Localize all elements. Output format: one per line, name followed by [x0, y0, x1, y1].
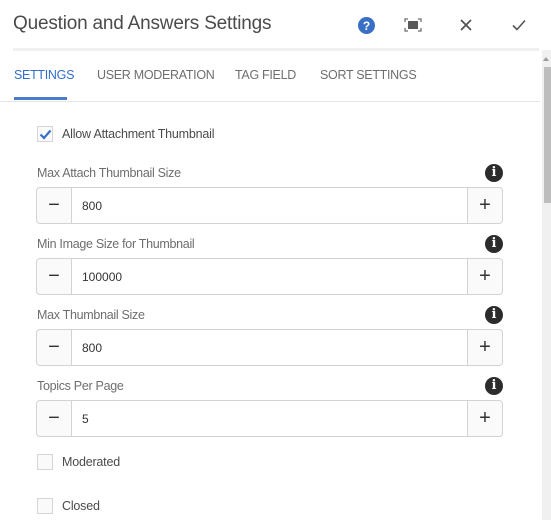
- topics-per-page-stepper: − +: [36, 400, 503, 437]
- active-tab-indicator: [14, 97, 67, 100]
- close-icon: [460, 19, 472, 31]
- max-attach-thumbnail-size-input[interactable]: [72, 188, 467, 223]
- closed-checkbox[interactable]: Closed: [37, 498, 100, 514]
- max-thumbnail-size-stepper: − +: [36, 329, 503, 366]
- dialog-title: Question and Answers Settings: [13, 13, 272, 34]
- info-icon[interactable]: i: [485, 235, 503, 253]
- checkbox-label: Closed: [62, 499, 100, 513]
- close-button[interactable]: [455, 14, 477, 36]
- moderated-checkbox[interactable]: Moderated: [37, 454, 120, 470]
- allow-attachment-thumbnail-checkbox[interactable]: Allow Attachment Thumbnail: [37, 126, 214, 142]
- dialog-header: Question and Answers Settings ?: [0, 0, 551, 50]
- checkbox-label: Moderated: [62, 455, 120, 469]
- decrement-button[interactable]: −: [37, 401, 72, 436]
- svg-text:?: ?: [362, 19, 369, 33]
- min-image-size-label: Min Image Size for Thumbnail: [37, 237, 195, 251]
- checkbox-box[interactable]: [37, 126, 53, 142]
- checkbox-box[interactable]: [37, 498, 53, 514]
- info-icon[interactable]: i: [485, 377, 503, 395]
- increment-button[interactable]: +: [467, 330, 502, 365]
- checkmark-icon: [512, 19, 526, 31]
- scroll-up-arrow-icon[interactable]: [543, 57, 549, 61]
- checkbox-box[interactable]: [37, 454, 53, 470]
- fullscreen-button[interactable]: [402, 14, 424, 36]
- increment-button[interactable]: +: [467, 401, 502, 436]
- tab-tag-field[interactable]: TAG FIELD: [235, 68, 296, 82]
- help-button[interactable]: ?: [355, 14, 377, 36]
- max-attach-thumbnail-size-stepper: − +: [36, 187, 503, 224]
- min-image-size-stepper: − +: [36, 258, 503, 295]
- done-button[interactable]: [508, 14, 530, 36]
- increment-button[interactable]: +: [467, 188, 502, 223]
- decrement-button[interactable]: −: [37, 259, 72, 294]
- tab-sort-settings[interactable]: SORT SETTINGS: [320, 68, 417, 82]
- increment-button[interactable]: +: [467, 259, 502, 294]
- info-icon[interactable]: i: [485, 164, 503, 182]
- tab-bar: SETTINGS USER MODERATION TAG FIELD SORT …: [0, 51, 540, 102]
- tab-settings[interactable]: SETTINGS: [14, 68, 74, 82]
- max-thumbnail-size-label: Max Thumbnail Size: [37, 308, 145, 322]
- max-attach-thumbnail-size-label: Max Attach Thumbnail Size: [37, 166, 181, 180]
- checkbox-label: Allow Attachment Thumbnail: [62, 127, 215, 141]
- fullscreen-icon: [404, 18, 422, 32]
- help-icon: ?: [357, 16, 375, 34]
- tab-user-moderation[interactable]: USER MODERATION: [97, 68, 215, 82]
- topics-per-page-label: Topics Per Page: [37, 379, 124, 393]
- info-icon[interactable]: i: [485, 306, 503, 324]
- decrement-button[interactable]: −: [37, 330, 72, 365]
- decrement-button[interactable]: −: [37, 188, 72, 223]
- min-image-size-input[interactable]: [72, 259, 467, 294]
- topics-per-page-input[interactable]: [72, 401, 467, 436]
- scrollbar-thumb[interactable]: [544, 67, 551, 203]
- checkmark-icon: [39, 129, 51, 140]
- max-thumbnail-size-input[interactable]: [72, 330, 467, 365]
